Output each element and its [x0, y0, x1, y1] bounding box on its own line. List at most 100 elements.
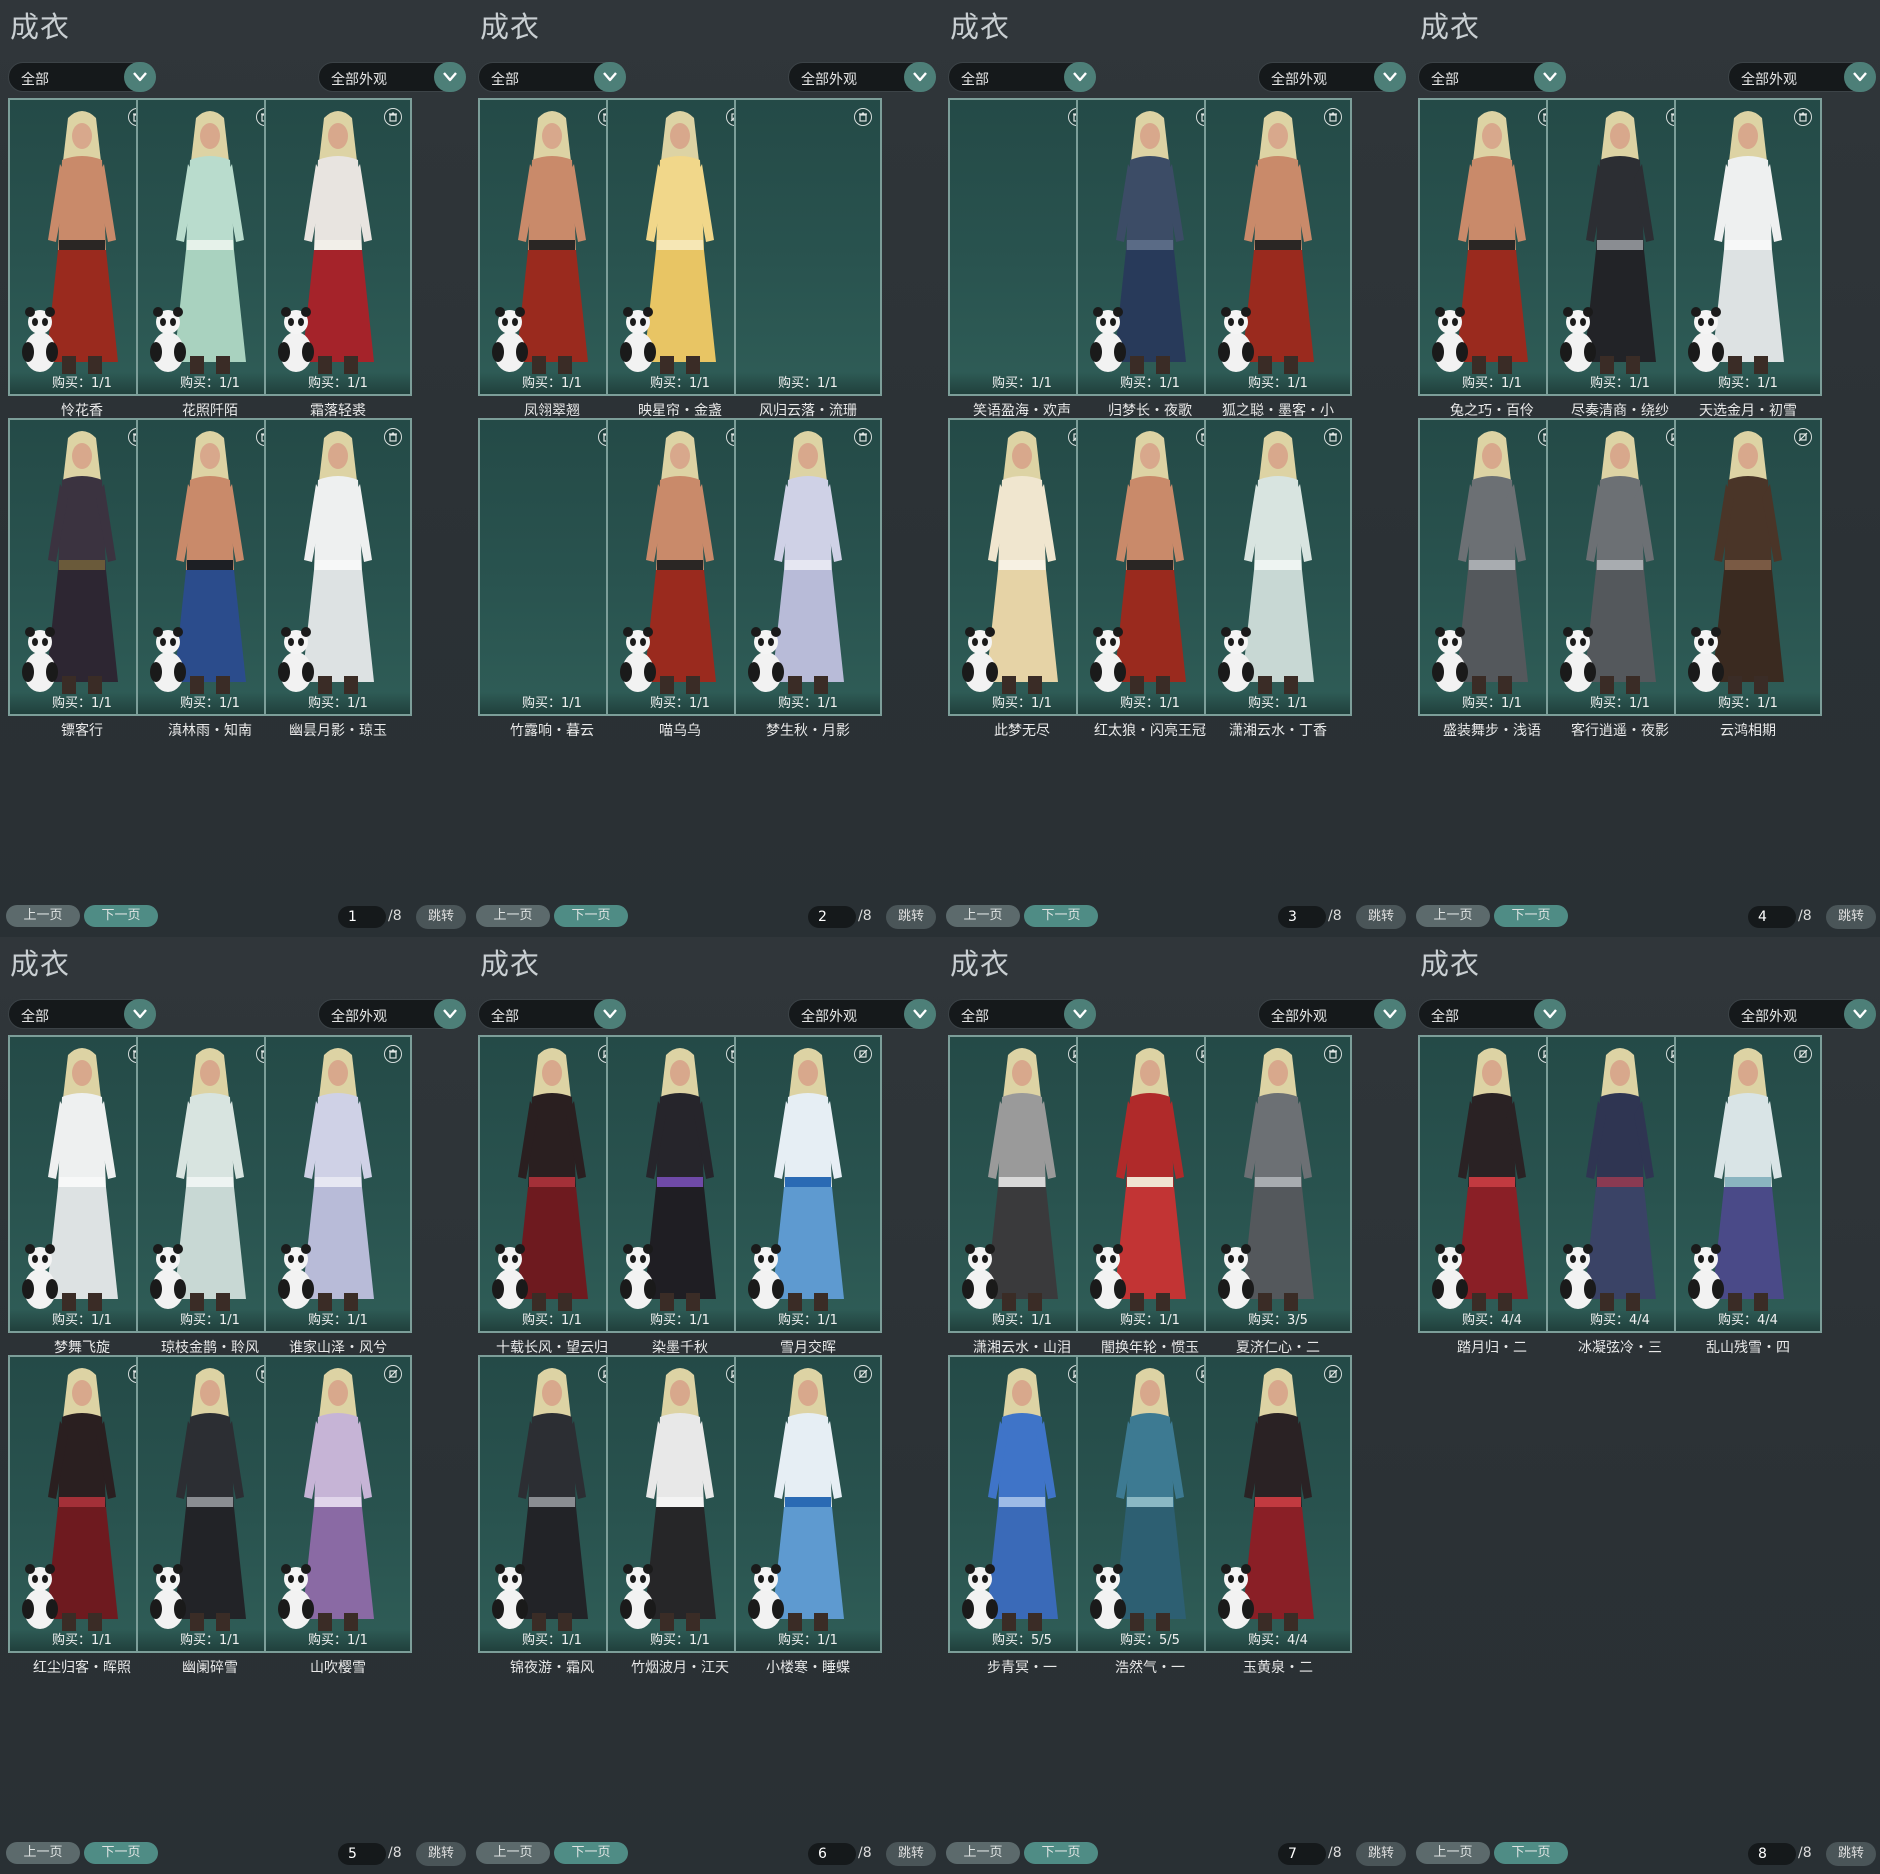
prev-page-button[interactable]: 上一页: [1416, 905, 1490, 927]
no-trade-icon[interactable]: [1324, 1365, 1342, 1383]
page-number-input[interactable]: 4: [1748, 906, 1796, 928]
prev-page-button[interactable]: 上一页: [6, 905, 80, 927]
outfit-card[interactable]: 购买：1/1: [264, 418, 412, 716]
outfit-card[interactable]: 购买：4/4: [1204, 1355, 1352, 1653]
outfit-card[interactable]: 购买：1/1: [136, 418, 284, 716]
next-page-button[interactable]: 下一页: [1024, 1842, 1098, 1864]
appearance-filter-dropdown[interactable]: 全部外观: [1258, 999, 1406, 1029]
next-page-button[interactable]: 下一页: [1494, 905, 1568, 927]
outfit-card[interactable]: 购买：1/1: [1546, 98, 1694, 396]
appearance-filter-dropdown[interactable]: 全部外观: [1728, 62, 1876, 92]
page-number-input[interactable]: 1: [338, 906, 386, 928]
prev-page-button[interactable]: 上一页: [476, 905, 550, 927]
outfit-card[interactable]: 购买：5/5: [948, 1355, 1096, 1653]
outfit-card[interactable]: 购买：3/5: [1204, 1035, 1352, 1333]
category-filter-dropdown[interactable]: 全部: [1418, 62, 1566, 92]
prev-page-button[interactable]: 上一页: [946, 1842, 1020, 1864]
jump-button[interactable]: 跳转: [416, 905, 466, 929]
next-page-button[interactable]: 下一页: [554, 1842, 628, 1864]
outfit-card[interactable]: 购买：1/1: [8, 1355, 156, 1653]
appearance-filter-dropdown[interactable]: 全部外观: [788, 62, 936, 92]
jump-button[interactable]: 跳转: [1826, 1842, 1876, 1866]
prev-page-button[interactable]: 上一页: [476, 1842, 550, 1864]
dropdown-toggle-button[interactable]: [904, 999, 936, 1029]
dropdown-toggle-button[interactable]: [1844, 999, 1876, 1029]
no-trade-icon[interactable]: [854, 1045, 872, 1063]
appearance-filter-dropdown[interactable]: 全部外观: [788, 999, 936, 1029]
trash-icon[interactable]: [1324, 1045, 1342, 1063]
outfit-card[interactable]: 购买：1/1: [1674, 418, 1822, 716]
dropdown-toggle-button[interactable]: [1064, 62, 1096, 92]
page-number-input[interactable]: 7: [1278, 1843, 1326, 1865]
next-page-button[interactable]: 下一页: [554, 905, 628, 927]
appearance-filter-dropdown[interactable]: 全部外观: [318, 999, 466, 1029]
dropdown-toggle-button[interactable]: [1374, 999, 1406, 1029]
dropdown-toggle-button[interactable]: [124, 999, 156, 1029]
dropdown-toggle-button[interactable]: [1374, 62, 1406, 92]
dropdown-toggle-button[interactable]: [434, 62, 466, 92]
trash-icon[interactable]: [1794, 108, 1812, 126]
outfit-card[interactable]: 购买：1/1: [734, 418, 882, 716]
jump-button[interactable]: 跳转: [1356, 1842, 1406, 1866]
jump-button[interactable]: 跳转: [886, 1842, 936, 1866]
outfit-card[interactable]: 购买：4/4: [1674, 1035, 1822, 1333]
outfit-card[interactable]: 购买：1/1: [8, 98, 156, 396]
page-number-input[interactable]: 3: [1278, 906, 1326, 928]
category-filter-dropdown[interactable]: 全部: [948, 62, 1096, 92]
outfit-card[interactable]: 购买：1/1: [264, 1035, 412, 1333]
outfit-card[interactable]: 购买：1/1: [1204, 418, 1352, 716]
dropdown-toggle-button[interactable]: [1064, 999, 1096, 1029]
appearance-filter-dropdown[interactable]: 全部外观: [1728, 999, 1876, 1029]
no-trade-icon[interactable]: [1794, 1045, 1812, 1063]
page-number-input[interactable]: 6: [808, 1843, 856, 1865]
outfit-card[interactable]: 购买：1/1: [136, 1355, 284, 1653]
outfit-card[interactable]: 购买：1/1: [478, 1355, 626, 1653]
prev-page-button[interactable]: 上一页: [6, 1842, 80, 1864]
jump-button[interactable]: 跳转: [1356, 905, 1406, 929]
jump-button[interactable]: 跳转: [1826, 905, 1876, 929]
page-number-input[interactable]: 2: [808, 906, 856, 928]
trash-icon[interactable]: [384, 428, 402, 446]
no-trade-icon[interactable]: [1794, 428, 1812, 446]
outfit-card[interactable]: 购买：5/5: [1076, 1355, 1224, 1653]
dropdown-toggle-button[interactable]: [1534, 999, 1566, 1029]
trash-icon[interactable]: [384, 108, 402, 126]
outfit-card[interactable]: 购买：1/1: [606, 98, 754, 396]
page-number-input[interactable]: 5: [338, 1843, 386, 1865]
dropdown-toggle-button[interactable]: [904, 62, 936, 92]
next-page-button[interactable]: 下一页: [1024, 905, 1098, 927]
outfit-card[interactable]: 购买：1/1: [136, 98, 284, 396]
dropdown-toggle-button[interactable]: [124, 62, 156, 92]
outfit-card[interactable]: 购买：1/1: [8, 1035, 156, 1333]
outfit-card[interactable]: 购买：1/1: [1418, 98, 1566, 396]
trash-icon[interactable]: [854, 428, 872, 446]
outfit-card[interactable]: 购买：1/1: [8, 418, 156, 716]
outfit-card[interactable]: 购买：1/1: [478, 418, 626, 716]
appearance-filter-dropdown[interactable]: 全部外观: [1258, 62, 1406, 92]
outfit-card[interactable]: 购买：4/4: [1546, 1035, 1694, 1333]
outfit-card[interactable]: 购买：1/1: [1076, 1035, 1224, 1333]
outfit-card[interactable]: 购买：1/1: [478, 98, 626, 396]
outfit-card[interactable]: 购买：1/1: [1076, 98, 1224, 396]
outfit-card[interactable]: 购买：1/1: [136, 1035, 284, 1333]
dropdown-toggle-button[interactable]: [1844, 62, 1876, 92]
category-filter-dropdown[interactable]: 全部: [8, 999, 156, 1029]
outfit-card[interactable]: 购买：1/1: [1076, 418, 1224, 716]
outfit-card[interactable]: 购买：1/1: [948, 98, 1096, 396]
jump-button[interactable]: 跳转: [886, 905, 936, 929]
next-page-button[interactable]: 下一页: [84, 1842, 158, 1864]
outfit-card[interactable]: 购买：1/1: [1674, 98, 1822, 396]
category-filter-dropdown[interactable]: 全部: [8, 62, 156, 92]
outfit-card[interactable]: 购买：1/1: [606, 1355, 754, 1653]
outfit-card[interactable]: 购买：1/1: [734, 1035, 882, 1333]
dropdown-toggle-button[interactable]: [594, 62, 626, 92]
outfit-card[interactable]: 购买：1/1: [606, 418, 754, 716]
prev-page-button[interactable]: 上一页: [946, 905, 1020, 927]
outfit-card[interactable]: 购买：1/1: [734, 1355, 882, 1653]
next-page-button[interactable]: 下一页: [84, 905, 158, 927]
jump-button[interactable]: 跳转: [416, 1842, 466, 1866]
prev-page-button[interactable]: 上一页: [1416, 1842, 1490, 1864]
outfit-card[interactable]: 购买：1/1: [606, 1035, 754, 1333]
category-filter-dropdown[interactable]: 全部: [478, 62, 626, 92]
trash-icon[interactable]: [854, 108, 872, 126]
